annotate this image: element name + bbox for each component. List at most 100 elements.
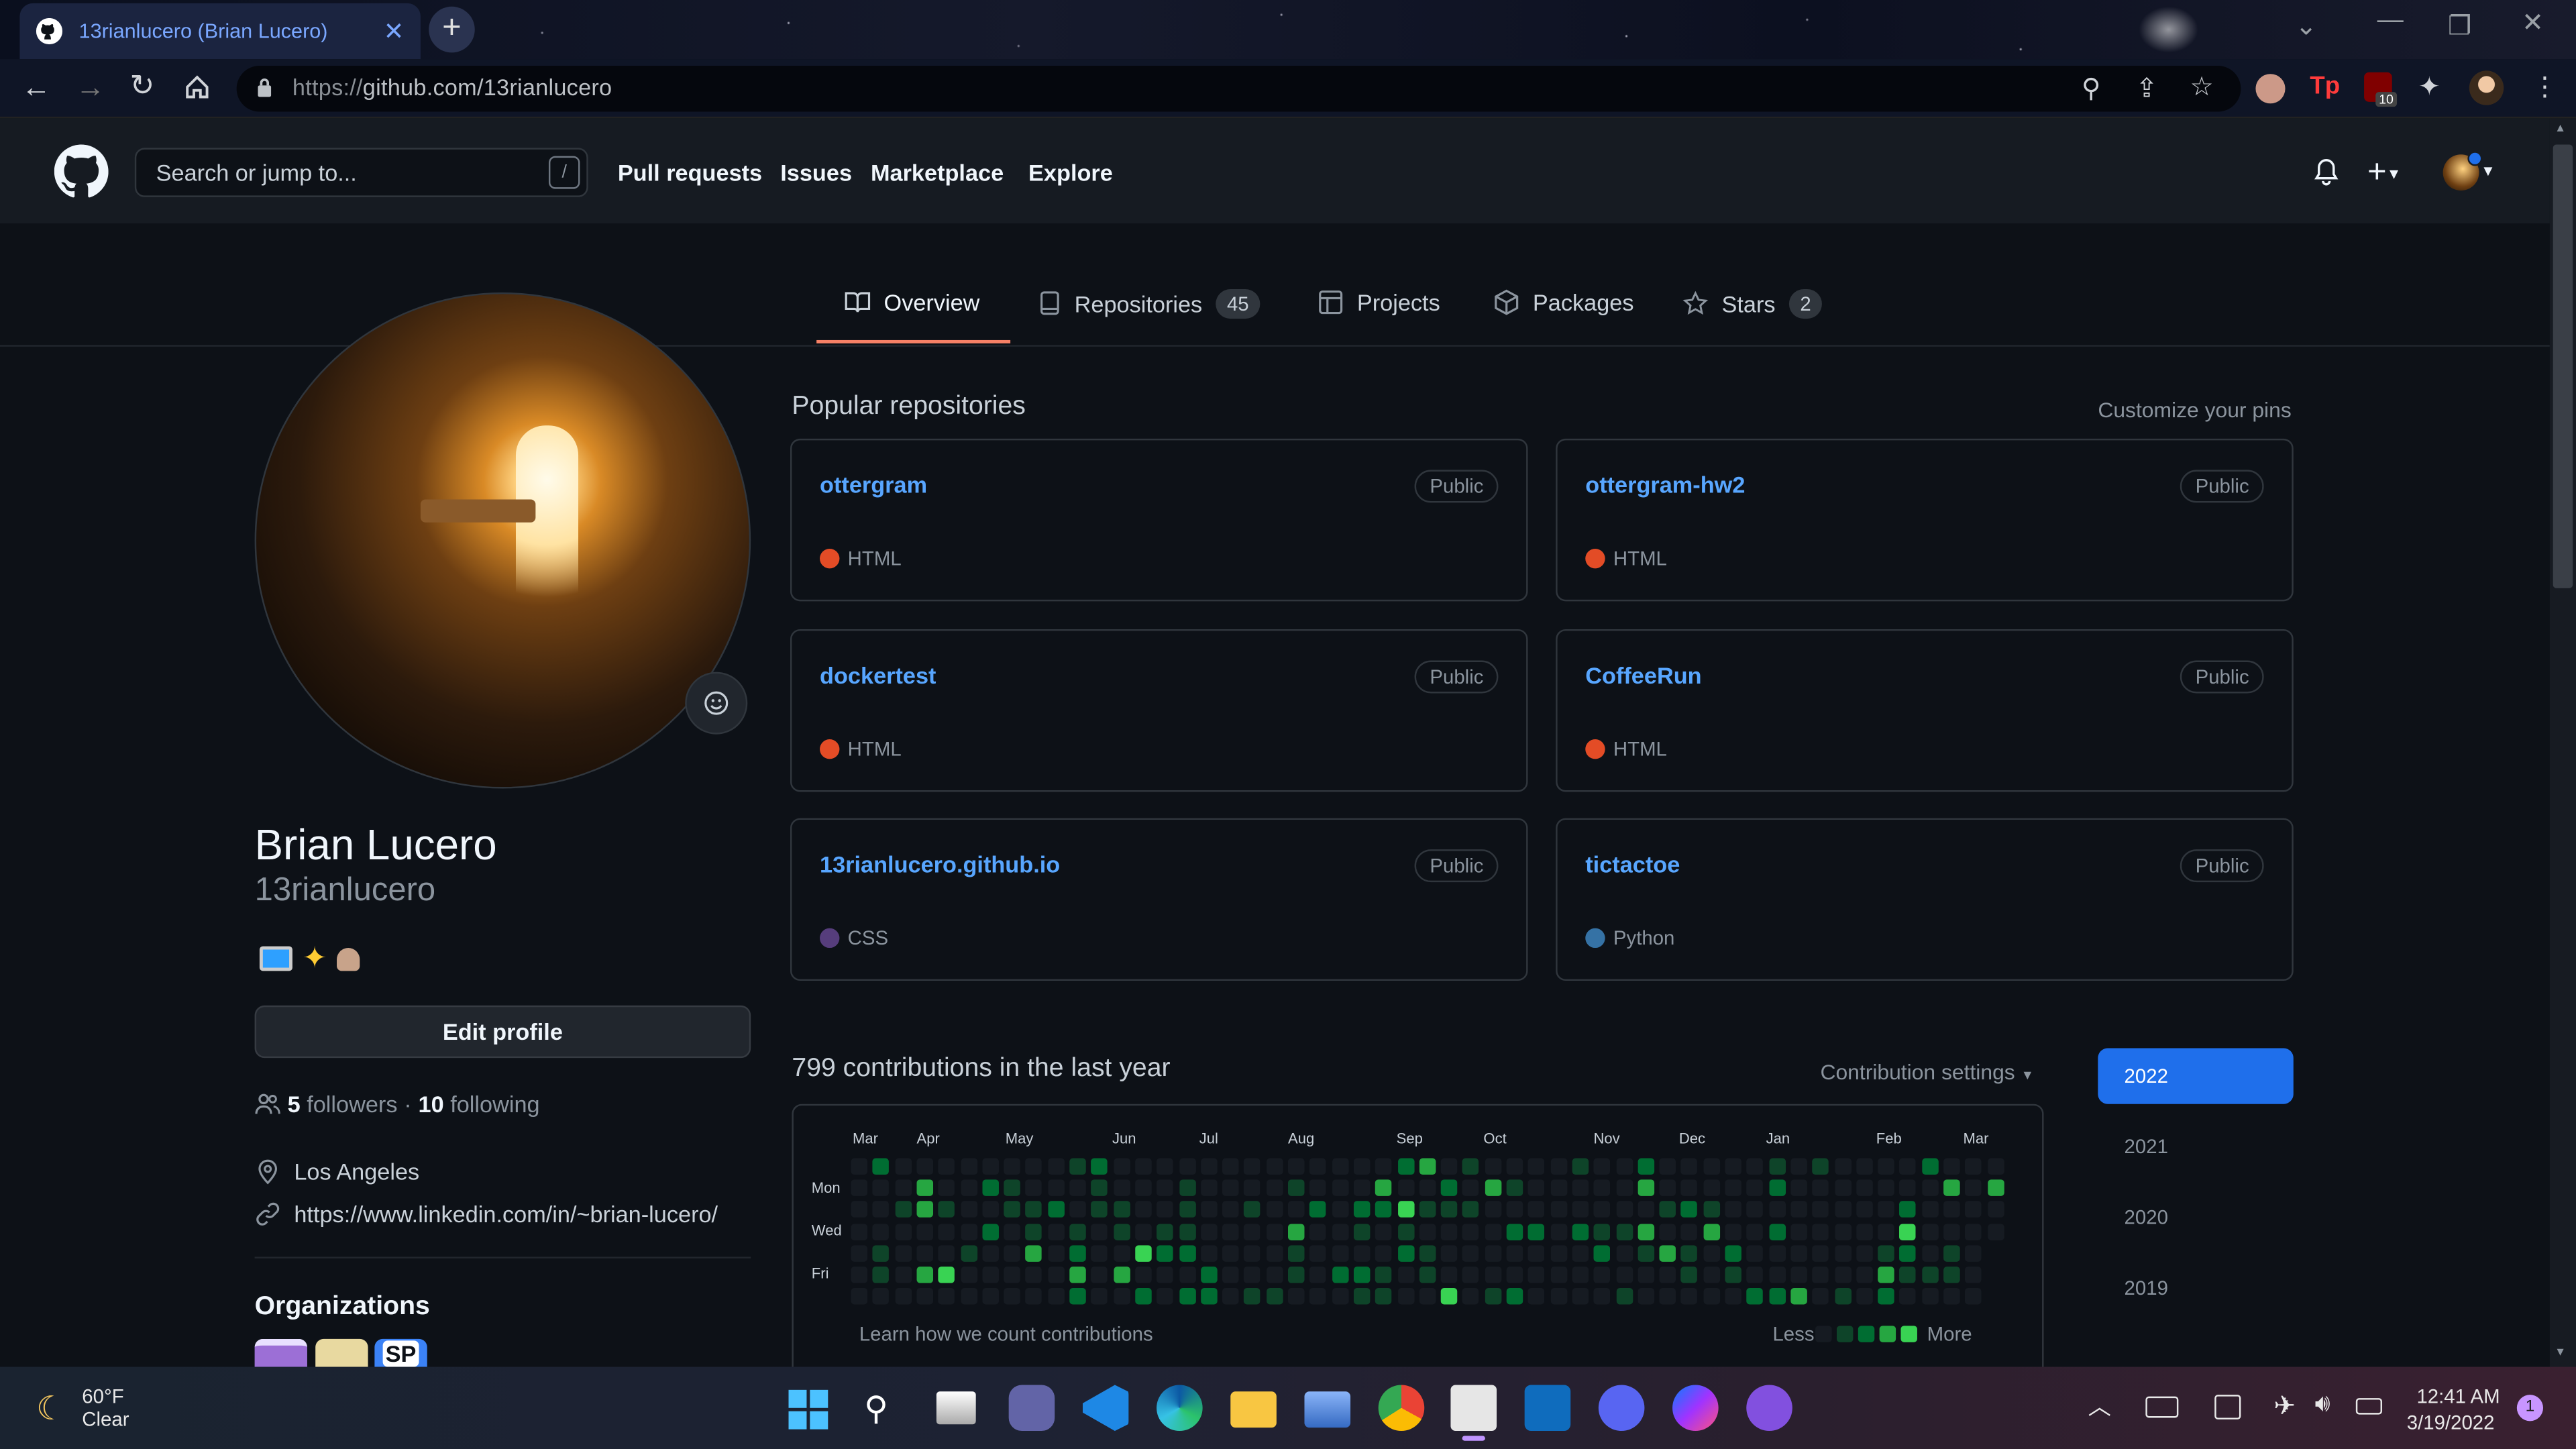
- contribution-day[interactable]: [1485, 1223, 1501, 1240]
- contribution-day[interactable]: [960, 1158, 977, 1175]
- contribution-day[interactable]: [1200, 1223, 1218, 1240]
- task-view-icon[interactable]: [936, 1391, 976, 1425]
- contribution-day[interactable]: [1266, 1244, 1283, 1262]
- contribution-day[interactable]: [1026, 1179, 1042, 1197]
- contribution-day[interactable]: [1462, 1201, 1480, 1218]
- contribution-day[interactable]: [960, 1288, 977, 1305]
- contribution-day[interactable]: [1157, 1288, 1174, 1305]
- contribution-day[interactable]: [1288, 1158, 1305, 1175]
- contribution-day[interactable]: [1462, 1244, 1480, 1262]
- contribution-day[interactable]: [938, 1223, 955, 1240]
- airplane-icon[interactable]: ✈: [2273, 1390, 2296, 1423]
- contribution-day[interactable]: [1638, 1179, 1654, 1197]
- notifications-bell-icon[interactable]: [2313, 158, 2339, 186]
- contribution-day[interactable]: [1943, 1158, 1960, 1175]
- contribution-day[interactable]: [1266, 1201, 1283, 1218]
- contribution-day[interactable]: [1528, 1244, 1545, 1262]
- repo-name-link[interactable]: tictactoe: [1585, 851, 1680, 877]
- chrome-menu-icon[interactable]: ⋮: [2532, 70, 2558, 103]
- contribution-day[interactable]: [1659, 1288, 1676, 1305]
- contribution-day[interactable]: [1375, 1201, 1392, 1218]
- contribution-day[interactable]: [1965, 1158, 1982, 1175]
- contribution-day[interactable]: [1943, 1244, 1960, 1262]
- contribution-day[interactable]: [1681, 1201, 1698, 1218]
- contribution-day[interactable]: [1790, 1223, 1807, 1240]
- contribution-day[interactable]: [1091, 1244, 1108, 1262]
- contribution-day[interactable]: [1419, 1244, 1436, 1262]
- avatar-caret-icon[interactable]: ▼: [2481, 162, 2496, 178]
- contribution-day[interactable]: [1768, 1179, 1786, 1197]
- contribution-day[interactable]: [938, 1201, 955, 1218]
- contribution-day[interactable]: [960, 1244, 977, 1262]
- contribution-day[interactable]: [1659, 1201, 1676, 1218]
- contribution-day[interactable]: [1725, 1267, 1741, 1283]
- contribution-day[interactable]: [1572, 1267, 1589, 1283]
- contribution-day[interactable]: [1200, 1244, 1218, 1262]
- contribution-day[interactable]: [1965, 1179, 1982, 1197]
- contribution-day[interactable]: [1179, 1201, 1195, 1218]
- contribution-day[interactable]: [1134, 1201, 1152, 1218]
- contribution-day[interactable]: [916, 1267, 933, 1283]
- contribution-day[interactable]: [851, 1201, 868, 1218]
- contribution-day[interactable]: [1266, 1158, 1283, 1175]
- contribution-day[interactable]: [1812, 1201, 1829, 1218]
- contribution-day[interactable]: [1200, 1201, 1218, 1218]
- back-icon[interactable]: ←: [21, 70, 51, 105]
- contribution-day[interactable]: [1878, 1179, 1894, 1197]
- contribution-day[interactable]: [1550, 1288, 1567, 1305]
- contribution-day[interactable]: [1681, 1267, 1698, 1283]
- contribution-day[interactable]: [1506, 1288, 1523, 1305]
- contribution-day[interactable]: [851, 1288, 868, 1305]
- year-2020-button[interactable]: 2020: [2098, 1189, 2293, 1245]
- contribution-day[interactable]: [873, 1244, 890, 1262]
- scroll-down-icon[interactable]: ▼: [2555, 1347, 2566, 1358]
- home-icon[interactable]: [184, 74, 210, 100]
- bookmark-star-icon[interactable]: ☆: [2190, 70, 2213, 103]
- following-link[interactable]: 10 following: [419, 1091, 540, 1117]
- contribution-day[interactable]: [1506, 1201, 1523, 1218]
- contribution-day[interactable]: [1397, 1179, 1414, 1197]
- contribution-day[interactable]: [1790, 1267, 1807, 1283]
- contribution-day[interactable]: [1069, 1201, 1086, 1218]
- contribution-day[interactable]: [1528, 1288, 1545, 1305]
- contribution-day[interactable]: [1812, 1158, 1829, 1175]
- contribution-day[interactable]: [1921, 1201, 1939, 1218]
- repo-name-link[interactable]: CoffeeRun: [1585, 662, 1701, 688]
- contribution-day[interactable]: [1440, 1158, 1458, 1175]
- contribution-day[interactable]: [894, 1244, 912, 1262]
- contribution-day[interactable]: [1179, 1244, 1195, 1262]
- contribution-day[interactable]: [1943, 1201, 1960, 1218]
- contribution-day[interactable]: [1069, 1158, 1086, 1175]
- contribution-day[interactable]: [1550, 1179, 1567, 1197]
- contribution-day[interactable]: [1462, 1288, 1480, 1305]
- close-tab-icon[interactable]: ✕: [384, 16, 405, 46]
- contribution-day[interactable]: [1746, 1223, 1764, 1240]
- contribution-day[interactable]: [1615, 1201, 1633, 1218]
- contribution-day[interactable]: [1440, 1179, 1458, 1197]
- contribution-day[interactable]: [1069, 1267, 1086, 1283]
- contribution-day[interactable]: [1047, 1158, 1065, 1175]
- contribution-day[interactable]: [1179, 1223, 1195, 1240]
- contribution-day[interactable]: [1987, 1201, 2004, 1218]
- contribution-day[interactable]: [873, 1288, 890, 1305]
- contribution-day[interactable]: [1266, 1288, 1283, 1305]
- contribution-day[interactable]: [1681, 1158, 1698, 1175]
- contribution-day[interactable]: [1638, 1158, 1654, 1175]
- contribution-day[interactable]: [1397, 1288, 1414, 1305]
- contribution-day[interactable]: [1157, 1223, 1174, 1240]
- contribution-day[interactable]: [981, 1179, 999, 1197]
- contribution-day[interactable]: [1047, 1244, 1065, 1262]
- contribution-day[interactable]: [1899, 1267, 1917, 1283]
- contribution-day[interactable]: [894, 1158, 912, 1175]
- org-avatar-1[interactable]: [254, 1338, 307, 1367]
- contribution-day[interactable]: [1856, 1288, 1873, 1305]
- nav-explore[interactable]: Explore: [1028, 160, 1113, 186]
- contribution-day[interactable]: [1659, 1267, 1676, 1283]
- contribution-day[interactable]: [1026, 1201, 1042, 1218]
- contribution-day[interactable]: [1485, 1288, 1501, 1305]
- contribution-day[interactable]: [1834, 1244, 1851, 1262]
- contribution-day[interactable]: [1091, 1223, 1108, 1240]
- contribution-day[interactable]: [1965, 1201, 1982, 1218]
- year-2019-button[interactable]: 2019: [2098, 1260, 2293, 1316]
- repo-name-link[interactable]: 13rianlucero.github.io: [820, 851, 1060, 877]
